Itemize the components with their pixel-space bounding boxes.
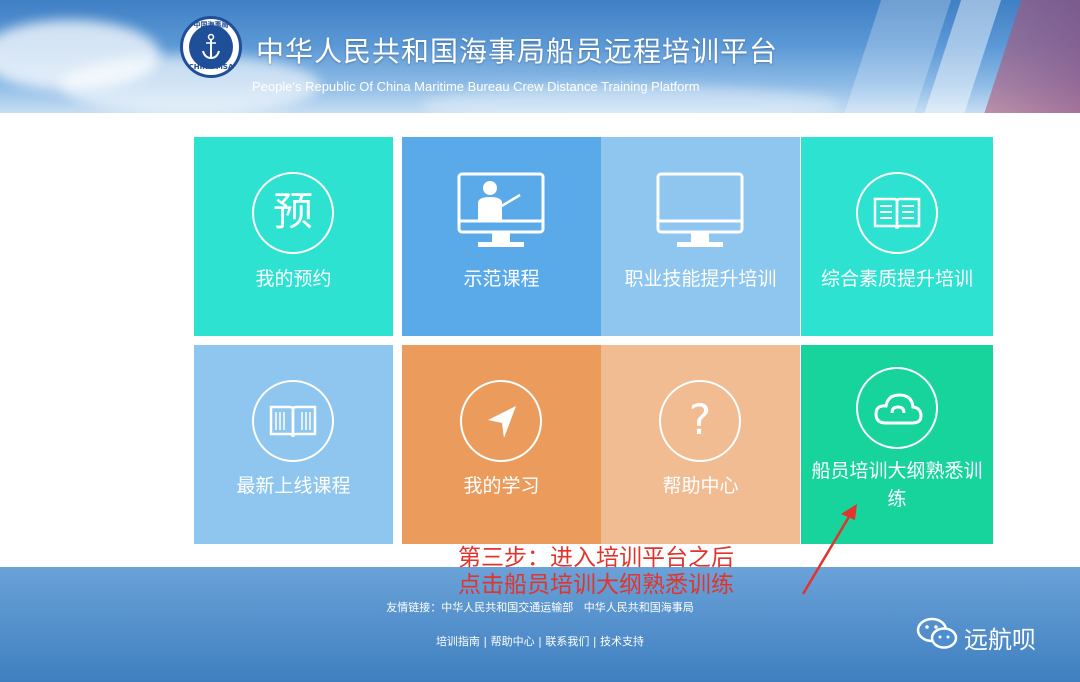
tile-help-center[interactable]: ? 帮助中心 <box>601 345 800 544</box>
wechat-icon <box>916 617 958 649</box>
china-msa-logo: 中国海事局 CHINA MSA <box>180 16 242 78</box>
tile-demo-courses[interactable]: 示范课程 <box>402 137 601 336</box>
tile-my-study[interactable]: 我的学习 <box>402 345 601 544</box>
page-title: 中华人民共和国海事局船员远程培训平台 <box>256 35 779 68</box>
tile-vocational-skills[interactable]: 职业技能提升培训 <box>601 137 800 336</box>
tile-label: 我的预约 <box>255 268 332 290</box>
link-help-center[interactable]: 帮助中心 <box>491 635 535 648</box>
tile-label: 帮助中心 <box>662 475 739 497</box>
header-banner: 中国海事局 CHINA MSA 中华人民共和国海事局船员远程培训平台 Peopl… <box>0 0 1080 113</box>
cloud-icon <box>856 367 938 449</box>
tile-latest-courses[interactable]: 最新上线课程 <box>194 345 393 544</box>
page-subtitle: People's Republic Of China Maritime Bure… <box>252 79 700 94</box>
friend-links: 友情链接：中华人民共和国交通运输部 中华人民共和国海事局 <box>386 601 694 614</box>
link-ministry-of-transport[interactable]: 中华人民共和国交通运输部 <box>441 601 573 614</box>
link-contact-us[interactable]: 联系我们 <box>545 635 589 648</box>
link-training-guide[interactable]: 培训指南 <box>436 635 480 648</box>
wechat-watermark: 远航呗 <box>916 616 1056 654</box>
navigation-arrow-icon <box>460 380 542 462</box>
tile-label: 综合素质提升培训 <box>820 268 973 290</box>
tile-comprehensive-quality[interactable]: 综合素质提升培训 <box>801 137 993 336</box>
tile-label: 职业技能提升培训 <box>624 268 777 290</box>
teacher-screen-icon <box>457 172 545 247</box>
open-book-icon <box>856 172 938 254</box>
yu-character-icon: 预 <box>252 172 334 254</box>
monitor-icon <box>656 172 744 247</box>
anchor-icon <box>202 33 220 60</box>
tile-label: 我的学习 <box>463 475 540 497</box>
link-maritime-bureau[interactable]: 中华人民共和国海事局 <box>584 601 694 614</box>
book-circle-icon <box>252 380 334 462</box>
tile-my-appointments[interactable]: 预 我的预约 <box>194 137 393 336</box>
question-mark-icon: ? <box>659 380 741 462</box>
tile-label: 示范课程 <box>463 268 540 290</box>
instruction-annotation: 第三步：进入培训平台之后 点击船员培训大纲熟悉训练 <box>458 545 734 598</box>
link-tech-support[interactable]: 技术支持 <box>600 635 644 648</box>
tile-label: 最新上线课程 <box>236 475 351 497</box>
annotation-arrow-icon <box>801 504 857 595</box>
